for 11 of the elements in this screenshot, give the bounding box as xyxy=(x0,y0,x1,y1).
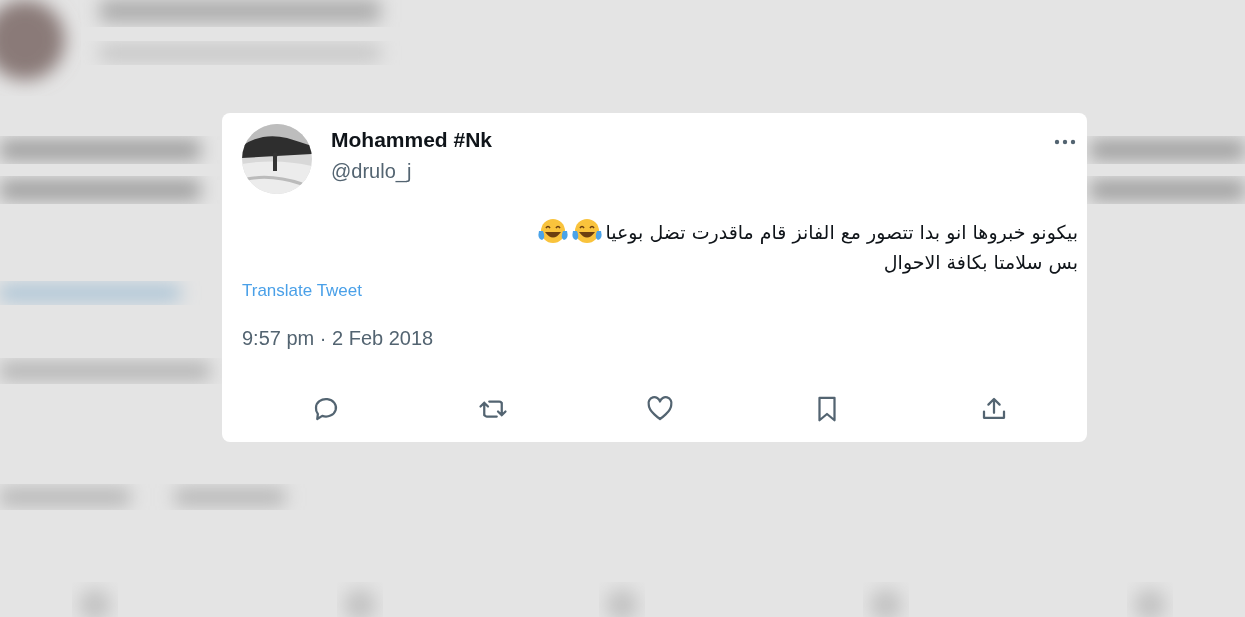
author-handle[interactable]: @drulo_j xyxy=(331,160,412,183)
more-icon[interactable] xyxy=(1054,139,1076,145)
author-name[interactable]: Mohammed #Nk xyxy=(331,128,1054,152)
tweet-text: بس سلامتا بكافة الاحوال xyxy=(883,251,1078,273)
blurred-icon xyxy=(79,589,111,617)
blurred-icon xyxy=(870,589,902,617)
blurred-icon xyxy=(1134,589,1166,617)
blurred-icon xyxy=(344,589,376,617)
blurred-icon xyxy=(606,589,638,617)
tweet-text: بيكونو خبروها انو بدا تتصور مع الفانز قام ماقدرت تضل بوعيا xyxy=(605,221,1078,243)
tweet-timestamp[interactable]: 9:57 pm · 2 Feb 2018 xyxy=(242,327,434,350)
